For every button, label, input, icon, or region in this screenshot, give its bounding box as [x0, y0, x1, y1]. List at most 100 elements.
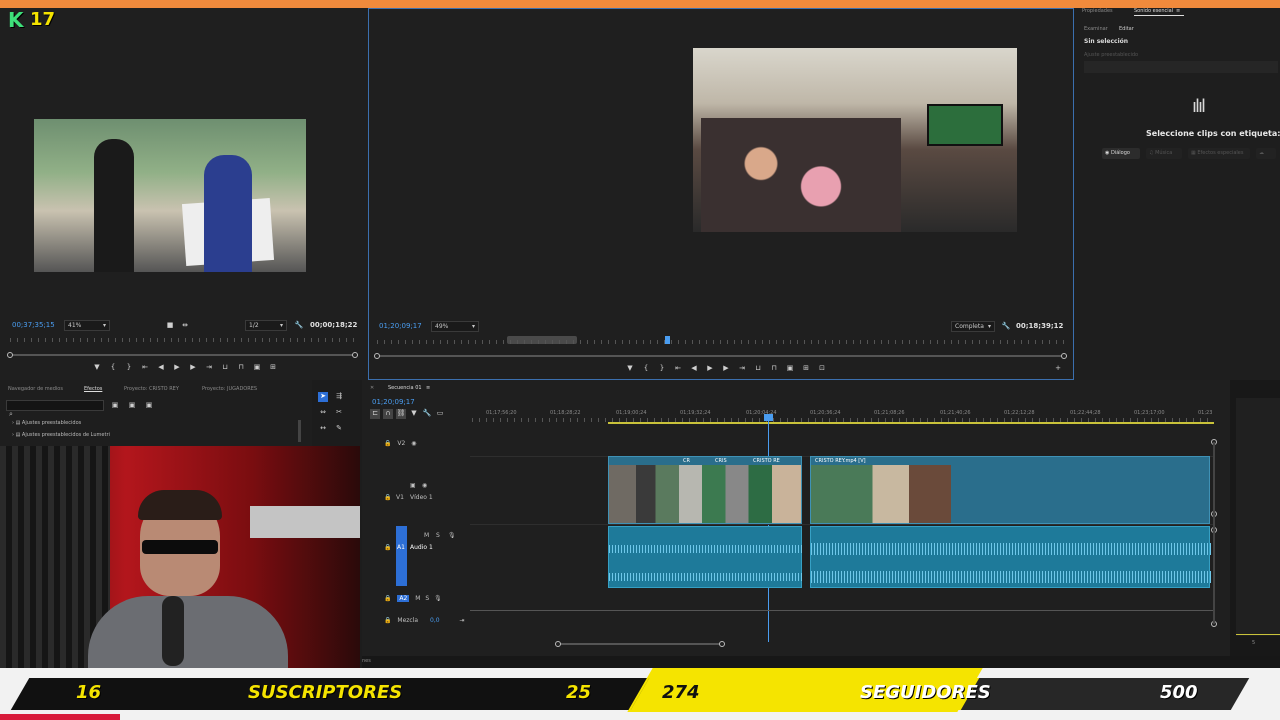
close-icon[interactable]: ✕	[370, 385, 374, 391]
go-to-in-icon[interactable]: ⇤	[140, 363, 150, 373]
source-zoom-select[interactable]: 41% ▾	[64, 320, 110, 331]
snap-icon[interactable]: ∩	[383, 409, 393, 419]
nest-icon[interactable]: ⊏	[370, 409, 380, 419]
mark-out-icon[interactable]: }	[657, 364, 667, 374]
program-playhead-marker[interactable]	[665, 336, 670, 344]
type-sfx-button[interactable]: ▦ Efectos especiales	[1188, 148, 1250, 159]
video-clip[interactable]: CR CRIS CRISTO RE	[608, 456, 802, 524]
play-icon[interactable]: ▶	[705, 364, 715, 374]
tab-essential-sound[interactable]: Sonido esencial	[1134, 8, 1173, 14]
add-marker-icon[interactable]: ▼	[409, 409, 419, 419]
effects-scrollbar[interactable]	[298, 420, 301, 442]
button-editor-icon[interactable]: ⊞	[268, 363, 278, 373]
fit-icon[interactable]: ⇹	[180, 321, 190, 331]
tab-project-cristo-rey[interactable]: Proyecto: CRISTO REY	[124, 386, 179, 392]
source-scrub-end[interactable]	[352, 352, 358, 358]
mic-icon[interactable]: 🎙	[448, 532, 456, 539]
vr-icon[interactable]: ⊡	[817, 364, 827, 374]
tab-properties[interactable]: Propiedades	[1082, 8, 1113, 14]
track-v2-label[interactable]: V2	[397, 440, 405, 447]
eye-icon[interactable]: ◉	[411, 440, 416, 447]
mark-in-icon[interactable]: {	[108, 363, 118, 373]
source-scrub-start[interactable]	[7, 352, 13, 358]
go-to-end-icon[interactable]: ⇥	[459, 617, 464, 624]
lock-icon[interactable]: 🔒	[384, 544, 391, 551]
track-v1-label[interactable]: V1	[396, 494, 404, 501]
program-scrub-end[interactable]	[1061, 353, 1067, 359]
program-zoom-select[interactable]: 49% ▾	[431, 321, 479, 332]
lock-icon[interactable]: 🔒	[384, 595, 391, 602]
mark-out-icon[interactable]: }	[124, 363, 134, 373]
lift-icon[interactable]: ⊔	[753, 364, 763, 374]
extract-icon[interactable]: ⊓	[769, 364, 779, 374]
source-ruler[interactable]	[10, 338, 358, 342]
settings-icon[interactable]: ■	[165, 321, 175, 331]
solo-icon[interactable]: S	[425, 595, 429, 602]
subtab-browse[interactable]: Examinar	[1084, 26, 1108, 32]
mark-in-icon[interactable]: {	[641, 364, 651, 374]
wrench-icon[interactable]: 🔧	[1001, 322, 1011, 332]
mute-icon[interactable]: M	[415, 595, 420, 602]
go-to-in-icon[interactable]: ⇤	[673, 364, 683, 374]
track-a1-label[interactable]: A1	[397, 544, 405, 551]
linked-selection-icon[interactable]: ⛓	[396, 409, 406, 419]
effects-folder-presets[interactable]: › ▤ Ajustes preestablecidos	[12, 420, 81, 426]
effects-search-input[interactable]: ⌕	[6, 400, 104, 418]
timeline-playhead-timecode[interactable]: 01;20;09;17	[372, 398, 415, 406]
step-forward-icon[interactable]: ▶	[188, 363, 198, 373]
horizontal-scrollbar[interactable]	[558, 643, 722, 645]
playhead-head[interactable]	[764, 414, 773, 421]
overwrite-icon[interactable]: ⊓	[236, 363, 246, 373]
lock-icon[interactable]: 🔒	[384, 494, 391, 501]
captions-icon[interactable]: ▭	[435, 409, 445, 419]
marker-icon[interactable]: ▼	[625, 364, 635, 374]
add-button-icon[interactable]: +	[1053, 364, 1063, 374]
source-scrub-bar[interactable]	[10, 354, 358, 356]
accelerated-effects-icon[interactable]: ▣	[110, 401, 120, 411]
program-scrub-start[interactable]	[374, 353, 380, 359]
track-select-tool-icon[interactable]: ⇶	[334, 392, 344, 402]
export-frame-icon[interactable]: ▣	[785, 364, 795, 374]
mic-icon[interactable]: 🎙	[434, 595, 442, 602]
sequence-tab[interactable]: Secuencia 01	[388, 385, 422, 391]
type-music-button[interactable]: ♫ Música	[1146, 148, 1182, 159]
marker-icon[interactable]: ▼	[92, 363, 102, 373]
timeline-ruler[interactable]: 01;17;56;20 01;18;28;22 01;19;00;24 01;1…	[472, 410, 1214, 424]
type-ambience-button[interactable]: ☁	[1256, 148, 1276, 159]
step-forward-icon[interactable]: ▶	[721, 364, 731, 374]
lock-icon[interactable]: 🔒	[384, 440, 391, 447]
export-frame-icon[interactable]: ▣	[252, 363, 262, 373]
audio-clip[interactable]	[608, 526, 803, 588]
program-ruler[interactable]	[377, 340, 1067, 344]
tab-project-jugadores[interactable]: Proyecto: JUGADORES	[202, 386, 257, 392]
program-timecode-left[interactable]: 01;20;09;17	[379, 322, 422, 330]
tab-media-browser[interactable]: Navegador de medios	[8, 386, 63, 392]
video-clip[interactable]: CRISTO REY.mp4 [V]	[810, 456, 1210, 524]
subtab-edit[interactable]: Editar	[1119, 26, 1134, 32]
horizontal-scroll-start[interactable]	[555, 641, 561, 647]
go-to-out-icon[interactable]: ⇥	[204, 363, 214, 373]
program-quality-select[interactable]: Completa ▾	[951, 321, 995, 332]
timeline-settings-icon[interactable]: 🔧	[422, 409, 432, 419]
step-back-icon[interactable]: ◀	[156, 363, 166, 373]
program-scrub-bar[interactable]	[377, 355, 1067, 357]
horizontal-scroll-end[interactable]	[719, 641, 725, 647]
type-dialogue-button[interactable]: ◉ Diálogo	[1102, 148, 1140, 159]
vertical-scrollbar[interactable]	[1213, 442, 1215, 624]
slip-tool-icon[interactable]: ↔	[318, 424, 328, 434]
source-timecode-left[interactable]: 00;37;35;15	[12, 321, 55, 329]
sequence-menu-icon[interactable]: ≡	[426, 385, 430, 391]
menu-icon[interactable]: ≡	[1176, 8, 1180, 14]
lock-icon[interactable]: 🔒	[384, 617, 391, 624]
comparison-view-icon[interactable]: ⊞	[801, 364, 811, 374]
audio-clip[interactable]	[810, 526, 1211, 588]
32bit-effects-icon[interactable]: ▣	[127, 401, 137, 411]
pen-tool-icon[interactable]: ✎	[334, 424, 344, 434]
selection-tool-icon[interactable]: ➤	[318, 392, 328, 402]
solo-icon[interactable]: S	[436, 532, 440, 539]
razor-tool-icon[interactable]: ✂	[334, 408, 344, 418]
track-a2-label[interactable]: A2	[397, 595, 410, 602]
tab-effects[interactable]: Efectos	[84, 386, 102, 392]
wrench-icon[interactable]: 🔧	[294, 321, 304, 331]
source-resolution-select[interactable]: 1/2 ▾	[245, 320, 287, 331]
